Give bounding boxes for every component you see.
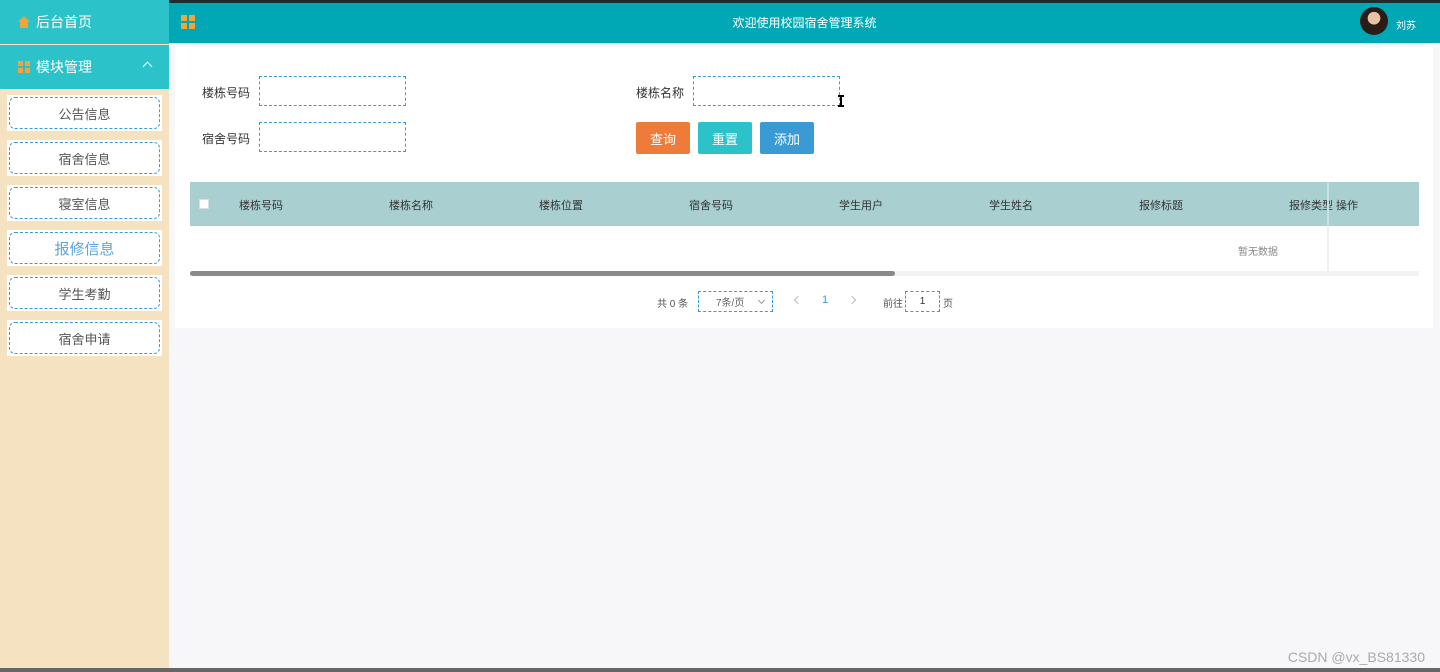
sidebar-group-modules[interactable]: 模块管理: [0, 45, 169, 89]
grid-icon: [18, 61, 30, 73]
watermark: CSDN @vx_BS81330: [1287, 649, 1425, 665]
main-panel: 楼栋号码 楼栋名称 宿舍号码 查询 重置 添加 楼栋号码 楼栋名称 楼栋位置 宿…: [175, 47, 1433, 328]
building-name-label: 楼栋名称: [636, 86, 685, 100]
building-no-input[interactable]: [259, 76, 406, 106]
top-header: 欢迎使用校园宿舍管理系统 刘苏: [169, 0, 1440, 43]
building-no-label: 楼栋号码: [202, 86, 251, 100]
empty-state-text: 暂无数据: [1238, 247, 1278, 258]
prev-page-icon[interactable]: [793, 295, 803, 305]
select-all-checkbox[interactable]: [199, 199, 209, 209]
sidebar-item-application[interactable]: 宿舍申请: [7, 320, 162, 356]
page-size-value: 7条/页: [716, 298, 745, 309]
text-cursor-icon: [838, 95, 844, 107]
sidebar: 后台首页 模块管理 公告信息 宿舍信息 寝室信息 报修信息 学生考勤 宿舍申请: [0, 0, 169, 672]
sidebar-home[interactable]: 后台首页: [0, 0, 169, 44]
add-button[interactable]: 添加: [760, 122, 814, 154]
table-header: 楼栋号码 楼栋名称 楼栋位置 宿舍号码 学生用户 学生姓名 报修标题 报修类型 …: [190, 182, 1419, 226]
sidebar-menu: 公告信息 宿舍信息 寝室信息 报修信息 学生考勤 宿舍申请: [0, 89, 169, 356]
column-header[interactable]: 报修标题: [1139, 197, 1183, 213]
column-header[interactable]: 楼栋名称: [389, 197, 433, 213]
reset-button[interactable]: 重置: [698, 122, 752, 154]
chevron-down-icon: [757, 296, 766, 305]
fixed-column-divider: [1327, 182, 1329, 226]
building-name-input[interactable]: [693, 76, 840, 106]
fixed-column-divider: [1327, 226, 1329, 274]
sidebar-item-dorm[interactable]: 宿舍信息: [7, 140, 162, 176]
room-no-label: 宿舍号码: [202, 132, 251, 146]
horizontal-scrollbar-thumb[interactable]: [190, 271, 895, 276]
bottom-bar: [0, 668, 1440, 672]
pagination-total: 共 0 条: [657, 299, 689, 310]
sidebar-item-attendance[interactable]: 学生考勤: [7, 275, 162, 311]
column-header[interactable]: 宿舍号码: [689, 197, 733, 213]
column-header-actions: 操作: [1336, 200, 1358, 212]
next-page-icon[interactable]: [847, 295, 857, 305]
avatar[interactable]: [1360, 7, 1388, 35]
home-icon: [18, 16, 30, 28]
query-button[interactable]: 查询: [636, 122, 690, 154]
column-header[interactable]: 楼栋位置: [539, 197, 583, 213]
page-number-current[interactable]: 1: [822, 294, 828, 306]
sidebar-item-repair[interactable]: 报修信息: [7, 230, 162, 266]
sidebar-group-label: 模块管理: [36, 59, 92, 75]
goto-label: 前往: [883, 299, 903, 310]
sidebar-item-room[interactable]: 寝室信息: [7, 185, 162, 221]
page-suffix: 页: [943, 299, 953, 310]
header-title: 欢迎使用校园宿舍管理系统: [732, 16, 877, 30]
sidebar-home-label: 后台首页: [36, 14, 92, 30]
chevron-up-icon: [142, 61, 153, 72]
username[interactable]: 刘苏: [1396, 17, 1416, 32]
sidebar-item-notice[interactable]: 公告信息: [7, 95, 162, 131]
column-header[interactable]: 楼栋号码: [239, 197, 283, 213]
room-no-input[interactable]: [259, 122, 406, 152]
page-size-select[interactable]: 7条/页: [698, 291, 773, 312]
column-header[interactable]: 学生用户: [839, 197, 883, 213]
column-header[interactable]: 学生姓名: [989, 197, 1033, 213]
goto-page-input[interactable]: 1: [905, 291, 940, 312]
